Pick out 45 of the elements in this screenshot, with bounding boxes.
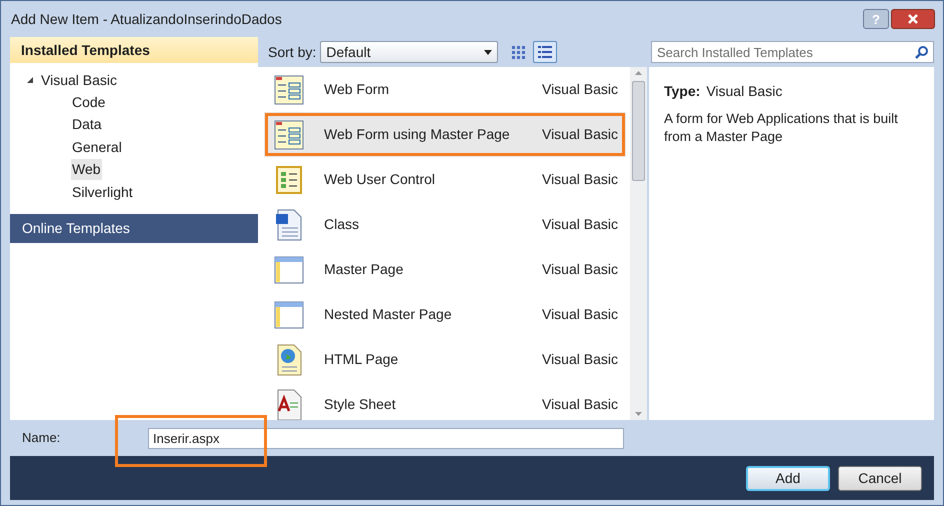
name-field[interactable]: Inserir.aspx bbox=[148, 428, 624, 448]
close-icon bbox=[907, 13, 919, 25]
search-field[interactable]: Search Installed Templates bbox=[651, 41, 934, 63]
tree-item[interactable]: Silverlight bbox=[71, 182, 134, 203]
template-row[interactable]: Nested Master Page Visual Basic bbox=[264, 292, 626, 337]
type-value: Visual Basic bbox=[706, 82, 782, 101]
tree-item[interactable]: General bbox=[71, 136, 123, 158]
expander-icon[interactable] bbox=[26, 76, 34, 84]
search-icon bbox=[915, 46, 928, 59]
form-icon bbox=[274, 74, 304, 106]
scroll-thumb[interactable] bbox=[632, 81, 645, 181]
dialog-button[interactable]: Add bbox=[746, 466, 830, 490]
sort-dropdown[interactable]: Default bbox=[320, 41, 498, 63]
template-description: A form for Web Applications that is built from a Master Page bbox=[664, 110, 899, 146]
template-row[interactable]: Class Visual Basic bbox=[264, 202, 626, 247]
sidebar-header: Installed Templates bbox=[10, 37, 258, 63]
tree-item[interactable]: Code bbox=[71, 92, 106, 113]
template-row[interactable]: Web Form using Master Page Visual Basic bbox=[264, 112, 626, 157]
control-icon bbox=[274, 164, 304, 196]
dialog-button[interactable]: Cancel bbox=[838, 466, 922, 490]
document-icon bbox=[274, 208, 304, 240]
form-icon bbox=[274, 118, 304, 150]
grid-view-icon bbox=[510, 44, 526, 60]
window-title: Add New Item - AtualizandoInserindoDados bbox=[11, 10, 282, 28]
scrollbar[interactable] bbox=[630, 67, 647, 420]
name-label: Name: bbox=[21, 429, 62, 448]
view-toggle[interactable] bbox=[533, 41, 558, 63]
scroll-up-icon[interactable] bbox=[635, 71, 642, 75]
tree-item[interactable]: Visual Basic bbox=[40, 70, 118, 90]
tree-item[interactable]: Data bbox=[71, 114, 103, 136]
online-templates-item[interactable]: Online Templates bbox=[10, 214, 258, 242]
window-icon bbox=[274, 298, 304, 330]
template-row[interactable]: Master Page Visual Basic bbox=[264, 247, 626, 292]
caret-icon bbox=[484, 50, 492, 54]
list-view-icon bbox=[537, 44, 554, 60]
template-row[interactable]: HTML Page Visual Basic bbox=[264, 337, 626, 382]
type-label: Type: bbox=[664, 82, 700, 101]
tree-item[interactable]: Web bbox=[71, 159, 102, 180]
scroll-down-icon[interactable] bbox=[635, 412, 642, 416]
sort-label: Sort by: bbox=[268, 42, 316, 62]
template-row[interactable]: Web User Control Visual Basic bbox=[264, 157, 626, 202]
template-row[interactable]: Style Sheet Visual Basic bbox=[264, 382, 626, 420]
template-row[interactable]: Web Form Visual Basic bbox=[264, 67, 626, 112]
close-button[interactable] bbox=[891, 9, 935, 29]
window-icon bbox=[274, 254, 304, 286]
